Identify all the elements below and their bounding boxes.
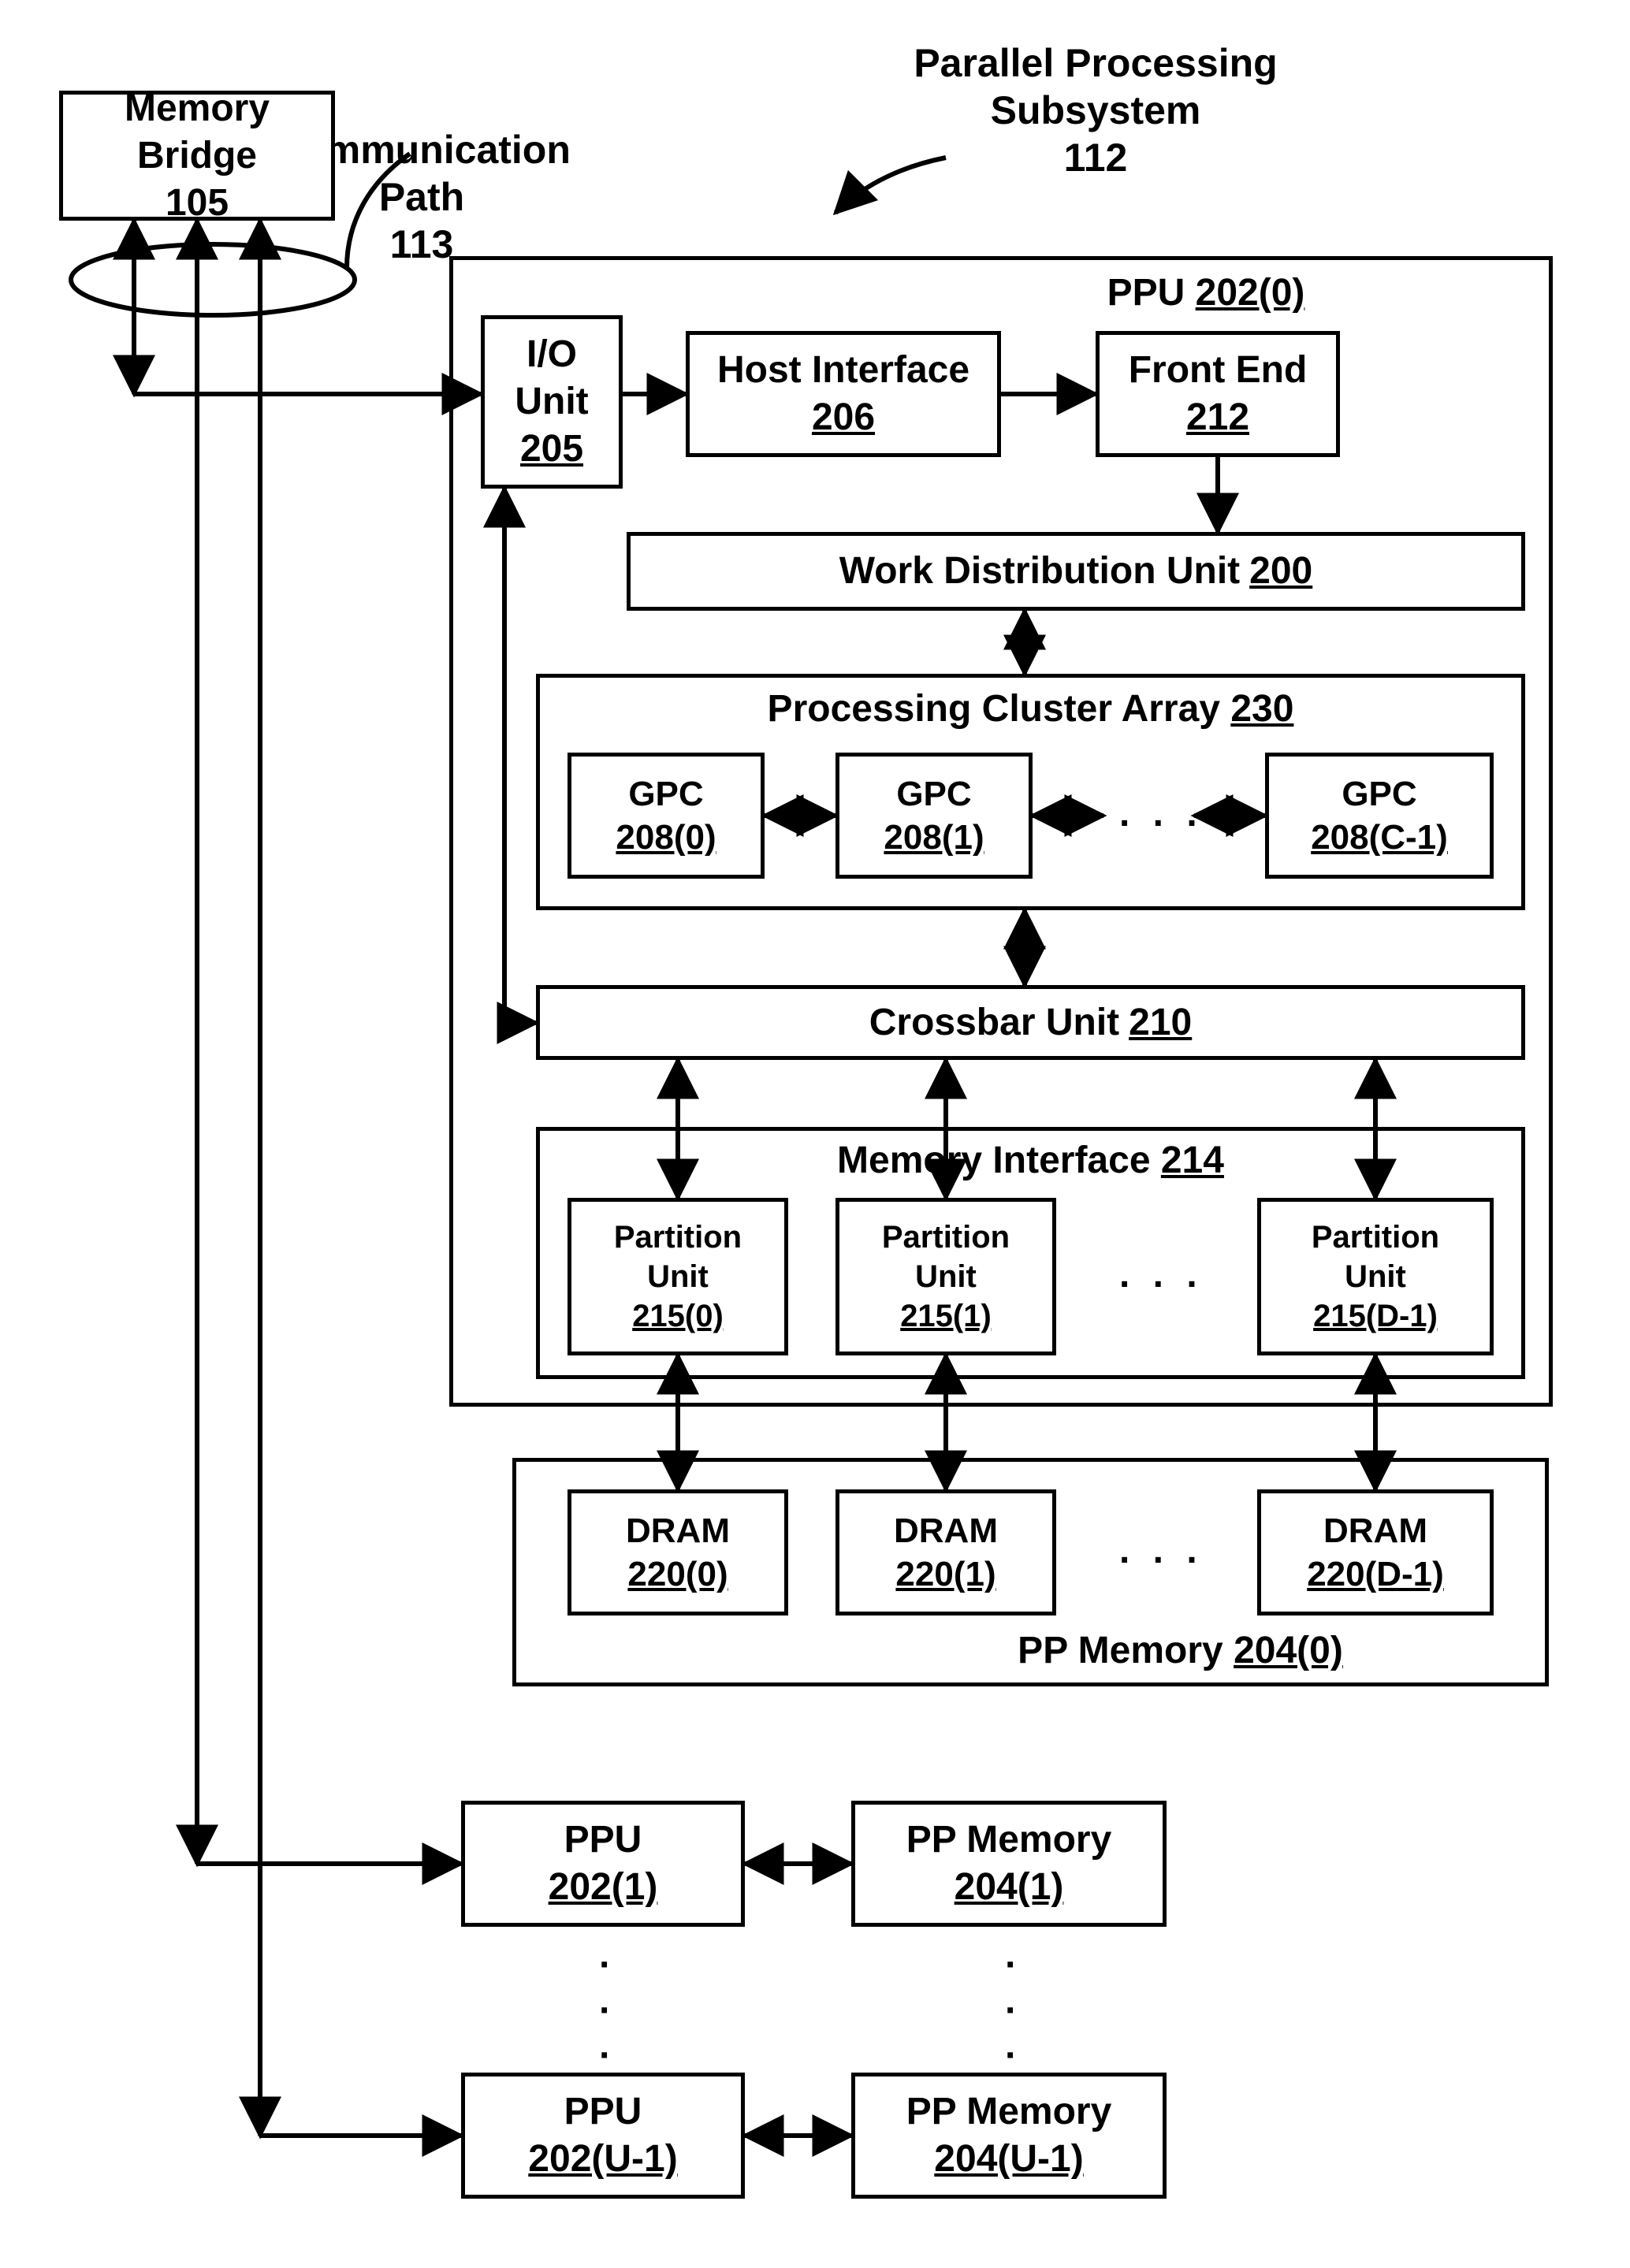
puD-block: Partition Unit 215(D-1) [1257, 1198, 1494, 1355]
pu0-block: Partition Unit 215(0) [568, 1198, 788, 1355]
memory-bridge-block: Memory Bridge 105 [59, 91, 335, 221]
dram0-block: DRAM 220(0) [568, 1489, 788, 1615]
gpc-ellipsis: . . . [1119, 792, 1204, 835]
dram-ellipsis: . . . [1119, 1529, 1204, 1572]
ppmem1-block: PP Memory 204(1) [851, 1801, 1167, 1927]
ppmemU-block: PP Memory 204(U-1) [851, 2073, 1167, 2199]
subsystem-label: Parallel Processing Subsystem 112 [891, 39, 1301, 181]
dram1-block: DRAM 220(1) [835, 1489, 1056, 1615]
wdu-block: Work Distribution Unit200 [627, 532, 1525, 611]
ppu1-block: PPU 202(1) [461, 1801, 745, 1927]
crossbar-block: Crossbar Unit210 [536, 985, 1525, 1060]
ppmem-vellipsis: ··· [1005, 1943, 1018, 2079]
gpc0-block: GPC 208(0) [568, 753, 765, 879]
host-interface-block: Host Interface 206 [686, 331, 1001, 457]
gpcC-block: GPC 208(C-1) [1265, 753, 1494, 879]
gpc1-block: GPC 208(1) [835, 753, 1033, 879]
ppu-vellipsis: ··· [599, 1943, 612, 2079]
io-unit-block: I/O Unit 205 [481, 315, 623, 489]
dramD-block: DRAM 220(D-1) [1257, 1489, 1494, 1615]
pu-ellipsis: . . . [1119, 1253, 1204, 1296]
ppuU-block: PPU 202(U-1) [461, 2073, 745, 2199]
front-end-block: Front End 212 [1096, 331, 1340, 457]
pu1-block: Partition Unit 215(1) [835, 1198, 1056, 1355]
